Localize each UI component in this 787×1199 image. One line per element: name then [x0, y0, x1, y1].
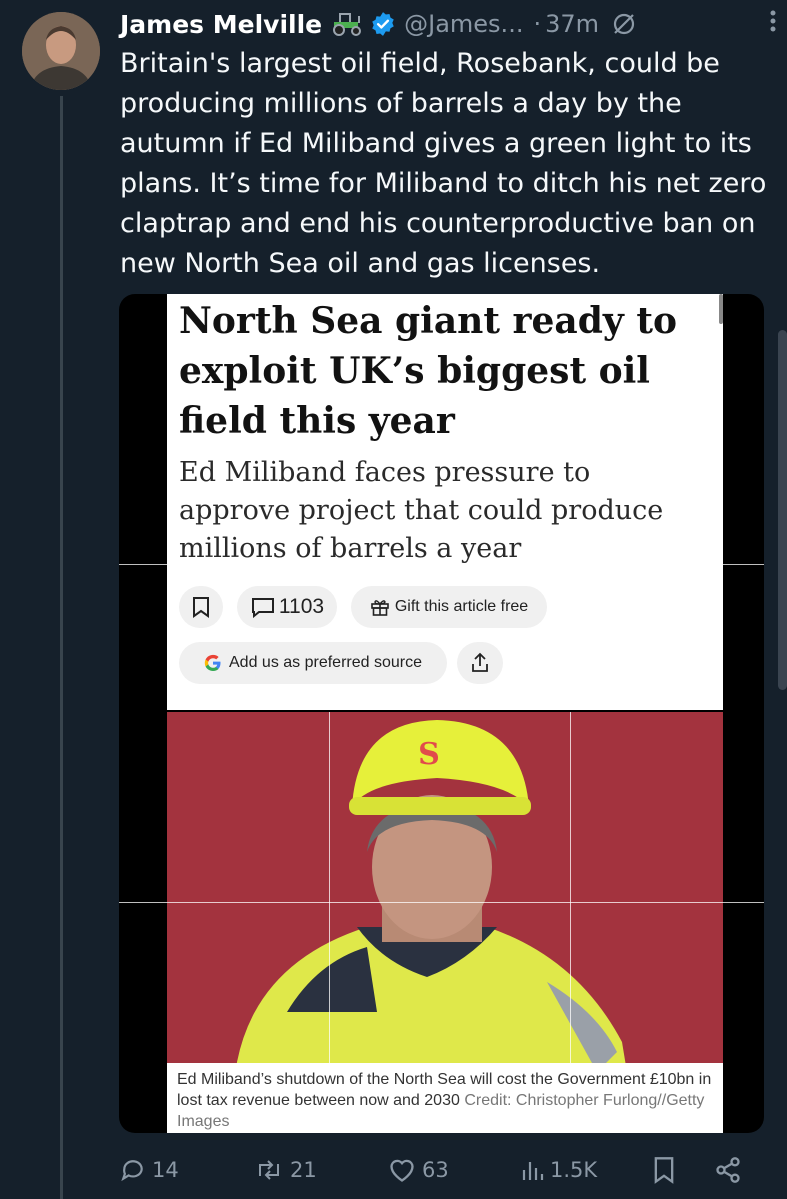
tweet-media[interactable]: North Sea giant ready to exploit UK’s bi… — [119, 294, 764, 1133]
repost-button[interactable]: 21 — [254, 1150, 317, 1190]
bookmark-icon — [654, 1157, 674, 1184]
author-name[interactable]: James Melville — [120, 10, 322, 39]
article-photo: S Ed Miliband’s shutdown of the North Se… — [167, 712, 723, 1133]
article-headline: North Sea giant ready to exploit UK’s bi… — [179, 300, 677, 442]
share-icon — [472, 652, 488, 672]
repost-icon — [259, 1160, 279, 1180]
google-icon — [204, 654, 221, 671]
reply-icon — [121, 1160, 143, 1182]
reply-count: 14 — [152, 1158, 179, 1182]
article-standfirst: Ed Miliband faces pressure to approve pr… — [179, 457, 664, 564]
thread-line — [60, 96, 63, 1199]
gift-article-button[interactable]: Gift this article free — [351, 586, 547, 628]
tractor-icon — [330, 12, 364, 36]
crop-guide-horizontal-top — [119, 564, 764, 565]
share-article-button[interactable] — [457, 642, 503, 684]
no-entry-icon — [611, 11, 637, 37]
crop-guide-vertical-right — [570, 712, 571, 1063]
crop-guide-horizontal-bottom — [119, 902, 764, 903]
gift-icon — [371, 600, 389, 616]
share-tweet-button[interactable] — [714, 1150, 742, 1190]
share-icon — [716, 1157, 740, 1183]
preferred-source-button[interactable]: Add us as preferred source — [179, 642, 447, 684]
verified-badge-icon — [370, 11, 396, 37]
analytics-icon — [522, 1162, 544, 1180]
like-button[interactable]: 63 — [388, 1150, 449, 1190]
tweet-actions: 14 21 63 1.5K — [120, 1150, 770, 1190]
comment-count: 1103 — [278, 595, 325, 618]
author-handle[interactable]: @James... — [404, 10, 523, 38]
views-button[interactable]: 1.5K — [520, 1150, 597, 1190]
preferred-source-label: Add us as preferred source — [229, 654, 422, 671]
photo-caption: Ed Miliband’s shutdown of the North Sea … — [167, 1063, 723, 1133]
repost-count: 21 — [290, 1158, 317, 1182]
bookmark-button[interactable] — [179, 586, 223, 628]
article-screenshot: North Sea giant ready to exploit UK’s bi… — [167, 294, 723, 710]
comment-icon — [251, 598, 274, 618]
view-count: 1.5K — [550, 1158, 598, 1182]
avatar-image — [22, 12, 100, 90]
bookmark-tweet-button[interactable] — [652, 1150, 676, 1190]
like-count: 63 — [422, 1158, 449, 1182]
timestamp[interactable]: 37m — [545, 10, 599, 38]
comments-button[interactable]: 1103 — [237, 586, 337, 628]
tweet-text: Britain's largest oil field, Rosebank, c… — [120, 48, 767, 279]
crop-guide-vertical-left — [329, 712, 330, 1063]
separator-dot: · — [533, 10, 542, 38]
reply-button[interactable]: 14 — [120, 1150, 179, 1190]
article-scroll-indicator — [719, 294, 723, 324]
more-options-icon[interactable] — [768, 8, 778, 34]
avatar[interactable] — [22, 12, 100, 90]
helmet-logo: S — [418, 737, 440, 772]
heart-icon — [390, 1159, 414, 1182]
tweet-header: James Melville @James... · 37m — [120, 4, 780, 44]
scrollbar[interactable] — [778, 330, 787, 690]
bookmark-icon — [193, 597, 209, 618]
gift-label: Gift this article free — [394, 598, 529, 615]
